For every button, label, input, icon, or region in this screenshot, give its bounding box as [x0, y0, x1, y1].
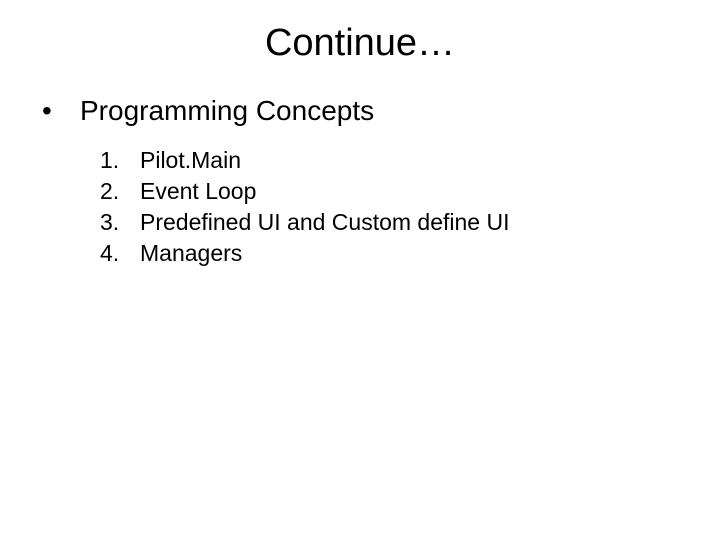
bullet-icon: • [40, 95, 80, 127]
list-item: 3. Predefined UI and Custom define UI [100, 207, 720, 238]
list-item: 2. Event Loop [100, 176, 720, 207]
list-text: Pilot.Main [140, 145, 720, 176]
list-number: 2. [100, 176, 140, 207]
list-item: 1. Pilot.Main [100, 145, 720, 176]
list-item: 4. Managers [100, 238, 720, 269]
list-text: Managers [140, 238, 720, 269]
list-text: Event Loop [140, 176, 720, 207]
list-number: 1. [100, 145, 140, 176]
content-area: • Programming Concepts 1. Pilot.Main 2. … [0, 95, 720, 269]
list-text: Predefined UI and Custom define UI [140, 207, 720, 238]
slide-title: Continue… [0, 0, 720, 95]
list-number: 3. [100, 207, 140, 238]
section-heading: Programming Concepts [80, 95, 374, 127]
section-heading-row: • Programming Concepts [40, 95, 720, 127]
list-number: 4. [100, 238, 140, 269]
ordered-list: 1. Pilot.Main 2. Event Loop 3. Predefine… [40, 145, 720, 269]
